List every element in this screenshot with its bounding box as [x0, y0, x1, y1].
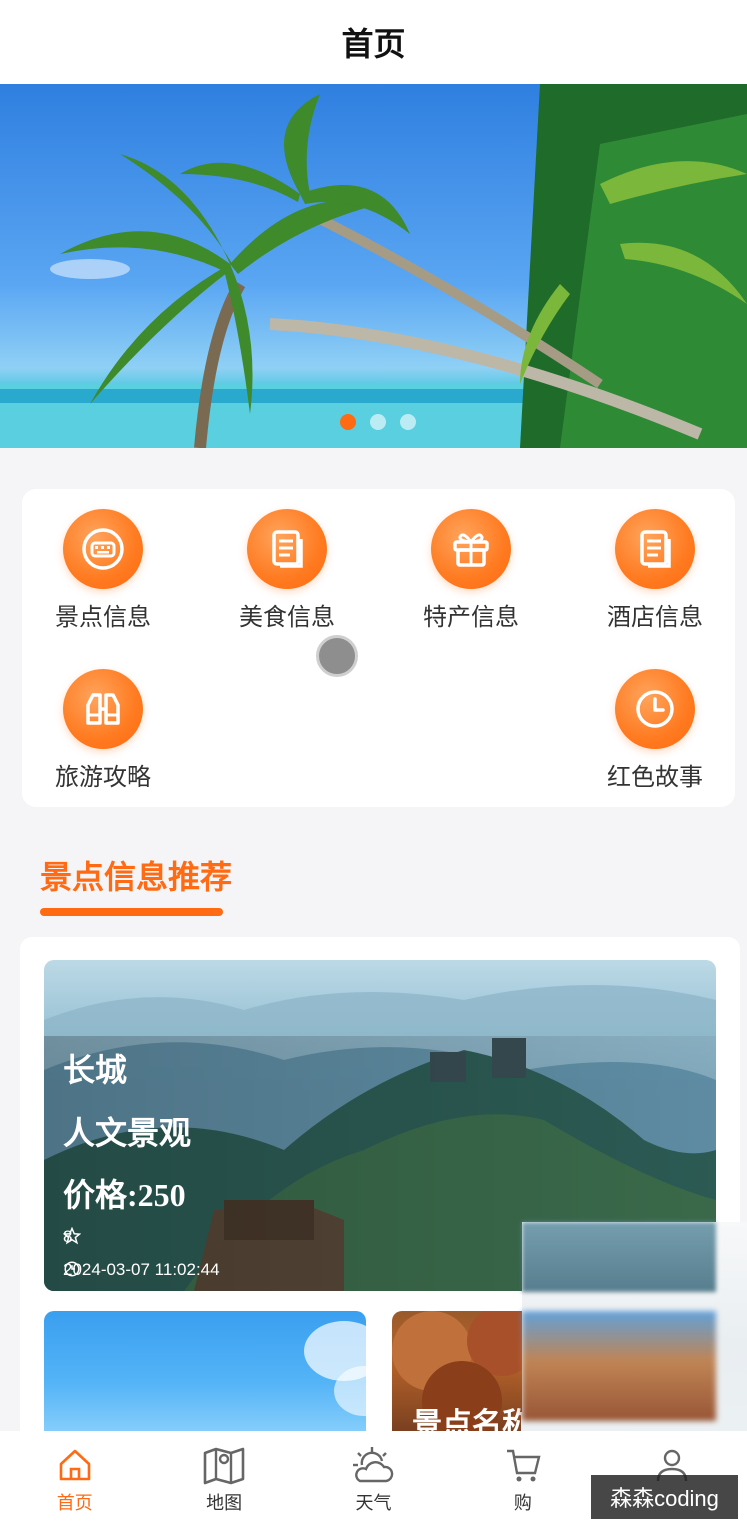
keyboard-icon	[63, 509, 143, 589]
category-food[interactable]: 美食信息	[207, 509, 367, 632]
clock-icon	[64, 1261, 80, 1277]
tab-home[interactable]: 首页	[0, 1431, 149, 1526]
tab-label: 天气	[355, 1493, 392, 1513]
category-label: 旅游攻略	[55, 764, 151, 791]
category-grid: 景点信息 美食信息 特产信息 酒店信息 旅游攻略 红色故事	[22, 489, 735, 807]
home-icon	[59, 1449, 90, 1481]
tab-shop[interactable]: 购	[448, 1431, 597, 1526]
tab-label: 首页	[56, 1493, 93, 1513]
scenic-card[interactable]	[44, 1311, 366, 1431]
touch-indicator	[316, 635, 358, 677]
tab-label: 地图	[206, 1493, 243, 1513]
navigation-bar: 首页	[0, 0, 747, 84]
sky-image	[304, 1321, 366, 1416]
carousel-dot[interactable]	[340, 414, 356, 430]
section-underline	[40, 908, 223, 916]
carousel-indicators	[340, 414, 416, 430]
likes-row: 8	[63, 1227, 81, 1247]
tab-map[interactable]: 地图	[149, 1431, 298, 1526]
watermark: 森森coding	[591, 1475, 738, 1519]
shopping-icon	[506, 1449, 541, 1482]
binoculars-icon	[63, 669, 143, 749]
document-icon	[615, 509, 695, 589]
category-label: 特产信息	[423, 604, 519, 631]
category-scenic-spots[interactable]: 景点信息	[23, 509, 183, 632]
category-red-stories[interactable]: 红色故事	[575, 669, 735, 792]
publish-time: 2024-03-07 11:02:44	[63, 1260, 220, 1279]
carousel-dot[interactable]	[400, 414, 416, 430]
section-title: 景点信息推荐	[40, 859, 233, 895]
category-label: 美食信息	[239, 604, 335, 631]
gift-icon	[431, 509, 511, 589]
tab-weather[interactable]: 天气	[299, 1431, 448, 1526]
tab-label: 购	[513, 1493, 532, 1513]
blur-overlay	[522, 1311, 716, 1421]
blur-overlay	[522, 1222, 716, 1292]
scenic-name: 景点名称	[412, 1408, 532, 1431]
category-label: 红色故事	[607, 764, 703, 791]
scenic-name: 长城	[63, 1052, 128, 1088]
category-label: 景点信息	[55, 604, 151, 631]
category-label: 酒店信息	[607, 604, 703, 631]
category-hotel[interactable]: 酒店信息	[575, 509, 735, 632]
category-specialty[interactable]: 特产信息	[391, 509, 551, 632]
document-icon	[247, 509, 327, 589]
map-icon	[203, 1447, 245, 1485]
scenic-price: 价格:250	[63, 1177, 186, 1213]
carousel-dot[interactable]	[370, 414, 386, 430]
star-icon	[63, 1227, 81, 1245]
scenic-type: 人文景观	[63, 1115, 192, 1151]
weather-icon	[353, 1447, 394, 1483]
beach-palm-image	[0, 84, 747, 448]
page-title: 首页	[341, 26, 406, 62]
time-row: 2024-03-07 11:02:44	[63, 1260, 220, 1280]
banner-carousel[interactable]	[0, 84, 747, 448]
clock-icon	[615, 669, 695, 749]
category-travel-guide[interactable]: 旅游攻略	[23, 669, 183, 792]
